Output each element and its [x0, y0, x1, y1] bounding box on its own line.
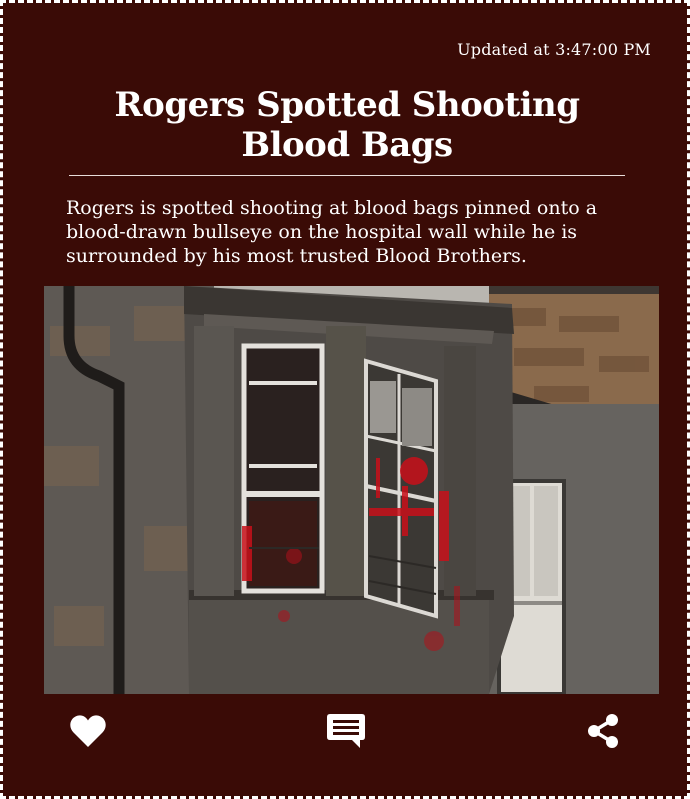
- title-divider: [69, 175, 625, 176]
- post-title: Rogers Spotted Shooting Blood Bags: [114, 85, 580, 165]
- updated-timestamp: Updated at 3:47:00 PM: [457, 40, 651, 59]
- share-icon: [585, 713, 621, 753]
- comment-button[interactable]: [324, 711, 368, 755]
- like-button[interactable]: [66, 711, 110, 755]
- share-button[interactable]: [581, 711, 625, 755]
- post-image: [44, 286, 659, 694]
- heart-icon: [69, 714, 107, 752]
- post-description: Rogers is spotted shooting at blood bags…: [66, 197, 598, 267]
- news-card: Updated at 3:47:00 PM Rogers Spotted Sho…: [0, 0, 690, 799]
- comment-icon: [326, 713, 366, 753]
- action-bar: [3, 711, 687, 755]
